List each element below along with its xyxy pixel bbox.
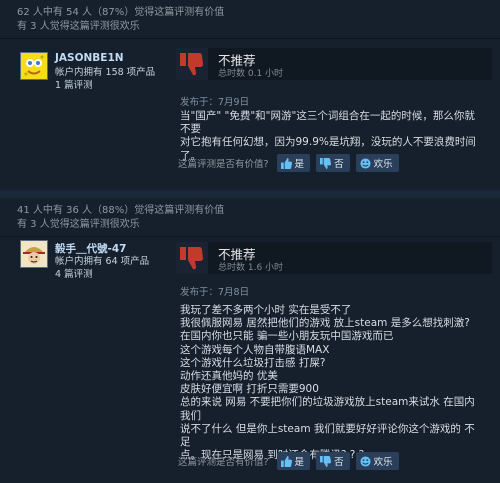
thumbs-down-icon xyxy=(176,242,208,274)
review-line: 总的来说 网易 不要把你们的垃圾游戏放上steam来试水 在国内我们 xyxy=(180,396,475,422)
review-line: 这个游戏什么垃圾打击感 打屎? xyxy=(180,356,326,369)
posted-date: 发布于：7月8日 xyxy=(180,287,250,298)
vote-no-button[interactable]: 否 xyxy=(316,154,350,172)
verdict-box[interactable]: 不推荐 总时数 1.6 小时 xyxy=(176,242,492,274)
review-line: 皮肤好便宜啊 打折只需要900 xyxy=(180,383,319,396)
helpful-count: 62 人中有 54 人（87%）觉得这篇评测有价值 xyxy=(17,7,225,18)
divider xyxy=(0,236,500,237)
author-review-count[interactable]: 4 篇评测 xyxy=(55,268,93,281)
author-product-count[interactable]: 帐户内拥有 158 项产品 xyxy=(55,66,155,79)
review-body: 我玩了差不多两个小时 实在是受不了 我很佩服网易 居然把他们的游戏 放上stea… xyxy=(180,304,485,462)
review-card: 62 人中有 54 人（87%）觉得这篇评测有价值 有 3 人觉得这篇评测很欢乐… xyxy=(0,0,500,190)
review-line: 这个游戏每个人物自带腹语MAX xyxy=(180,343,330,356)
author-review-count[interactable]: 1 篇评测 xyxy=(55,79,93,92)
review-line: 说不了什么 但是你上steam 我们就要好好评论你这个游戏的 不足 xyxy=(180,422,475,449)
vote-yes-button[interactable]: 是 xyxy=(276,452,311,470)
vote-row: 这篇评测是否有价值? 是 否 欢乐 xyxy=(178,452,405,470)
vote-question: 这篇评测是否有价值? xyxy=(178,159,269,170)
review-card: 41 人中有 36 人（88%）觉得这篇评测有价值 有 3 人觉得这篇评测很欢乐… xyxy=(0,198,500,483)
divider xyxy=(0,38,500,39)
author-name[interactable]: JASONBE1N xyxy=(55,52,124,64)
smiley-icon xyxy=(360,157,371,169)
vote-funny-button[interactable]: 欢乐 xyxy=(355,154,399,172)
review-line: 在国内你也只能 骗一些小朋友玩中国游戏而已 xyxy=(180,330,394,343)
vote-funny-label: 欢乐 xyxy=(373,159,393,170)
author-name[interactable]: 毅手＿代號-47 xyxy=(55,241,126,256)
vote-no-label: 否 xyxy=(334,159,344,170)
vote-funny-label: 欢乐 xyxy=(373,457,393,468)
vote-row: 这篇评测是否有价值? 是 否 欢乐 xyxy=(178,154,405,172)
vote-yes-button[interactable]: 是 xyxy=(276,154,311,172)
vote-yes-label: 是 xyxy=(294,159,305,170)
thumbs-down-icon xyxy=(176,48,208,80)
review-line: 动作还真他妈的 优美 xyxy=(180,370,278,383)
thumbs-up-icon xyxy=(280,157,292,169)
funny-count: 有 3 人觉得这篇评测很欢乐 xyxy=(17,21,140,32)
thumbs-down-small-icon xyxy=(320,157,332,169)
review-line: 我玩了差不多两个小时 实在是受不了 xyxy=(180,304,352,316)
smiley-icon xyxy=(360,455,371,467)
review-line: 当"国产" "免费"和"网游"这三个词组合在一起的时候，那么你就不要 xyxy=(180,110,475,136)
playtime: 总时数 1.6 小时 xyxy=(218,263,284,273)
funny-count: 有 3 人觉得这篇评测很欢乐 xyxy=(17,219,140,230)
review-line: 我很佩服网易 居然把他们的游戏 放上steam 是多么想找刺激? xyxy=(180,317,470,330)
helpful-count: 41 人中有 36 人（88%）觉得这篇评测有价值 xyxy=(17,205,225,216)
playtime: 总时数 0.1 小时 xyxy=(218,69,284,79)
vote-question: 这篇评测是否有价值? xyxy=(178,457,269,468)
verdict-box[interactable]: 不推荐 总时数 0.1 小时 xyxy=(176,48,492,80)
vote-no-label: 否 xyxy=(334,457,344,468)
vote-no-button[interactable]: 否 xyxy=(316,452,350,470)
thumbs-up-icon xyxy=(280,455,292,467)
vote-funny-button[interactable]: 欢乐 xyxy=(355,452,399,470)
avatar[interactable] xyxy=(20,240,48,268)
vote-yes-label: 是 xyxy=(294,457,305,468)
thumbs-down-small-icon xyxy=(320,455,332,467)
avatar[interactable] xyxy=(20,52,48,80)
posted-date: 发布于：7月9日 xyxy=(180,97,250,108)
author-product-count[interactable]: 帐户内拥有 64 项产品 xyxy=(55,255,149,268)
